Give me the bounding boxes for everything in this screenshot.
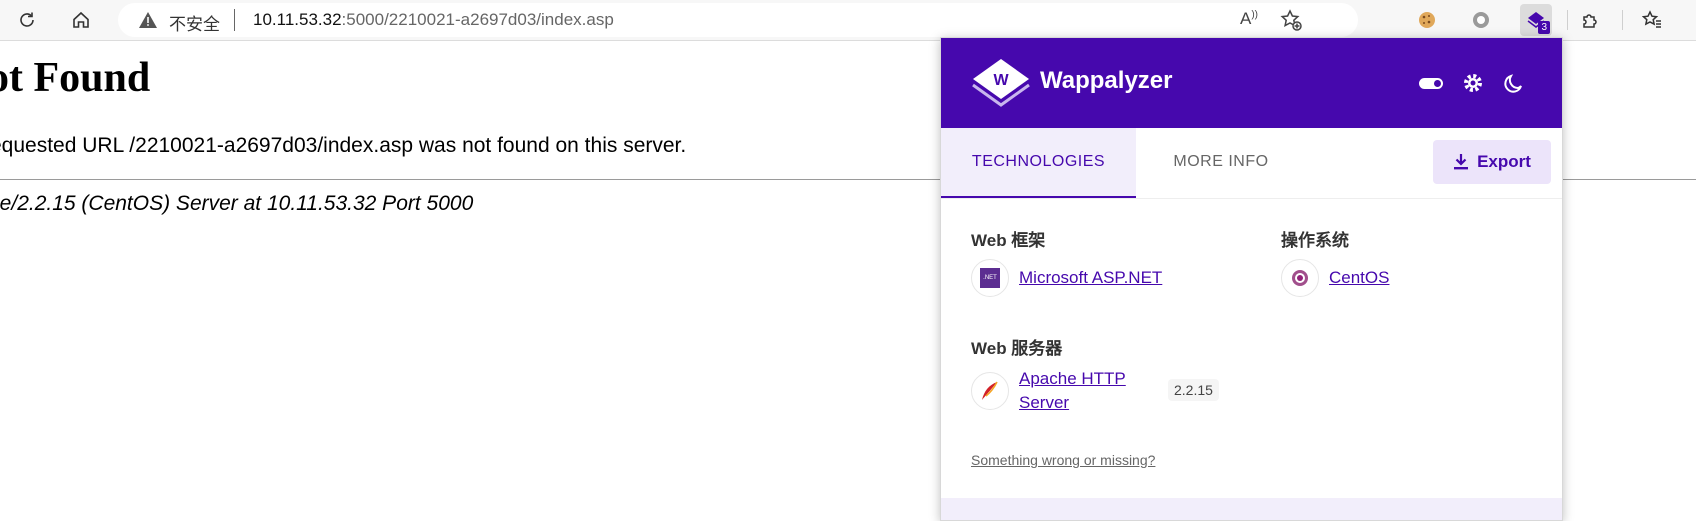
- tech-link-aspnet[interactable]: Microsoft ASP.NET: [1019, 266, 1162, 290]
- wappalyzer-logo: W: [972, 59, 1030, 107]
- browser-toolbar: 不安全 10.11.53.32:5000/2210021-a2697d03/in…: [0, 0, 1696, 41]
- wappalyzer-popup: W Wappalyzer TECHNOLOGIES MORE INFO Expo…: [940, 37, 1563, 521]
- brand-name: Wappalyzer: [1040, 67, 1173, 94]
- tech-name-line2: Server: [1019, 393, 1070, 412]
- extension-count-badge: 3: [1538, 21, 1550, 34]
- popup-footer: [941, 498, 1562, 520]
- dark-mode-moon-icon[interactable]: [1501, 70, 1527, 96]
- security-label[interactable]: 不安全: [169, 10, 220, 35]
- add-favorite-icon[interactable]: [1280, 9, 1302, 31]
- tab-technologies[interactable]: TECHNOLOGIES: [941, 128, 1136, 198]
- cookie-extension-icon[interactable]: [1411, 4, 1443, 36]
- apache-feather-icon: [971, 372, 1009, 410]
- feedback-link[interactable]: Something wrong or missing?: [971, 452, 1155, 468]
- popup-header: W Wappalyzer: [941, 38, 1562, 128]
- tab-more-info[interactable]: MORE INFO: [1136, 128, 1306, 196]
- category-os: 操作系统: [1281, 231, 1349, 250]
- tech-item-apache[interactable]: Apache HTTP Server: [971, 367, 1126, 415]
- version-badge: 2.2.15: [1168, 379, 1219, 401]
- wappalyzer-extension-icon[interactable]: 3: [1520, 4, 1552, 36]
- warning-icon[interactable]: [138, 11, 158, 29]
- export-label: Export: [1477, 152, 1531, 171]
- category-web-server: Web 服务器: [971, 339, 1063, 358]
- toolbar-divider-2: [1622, 10, 1623, 30]
- url-path: :5000/2210021-a2697d03/index.asp: [341, 10, 614, 29]
- tech-item-aspnet[interactable]: .NET Microsoft ASP.NET: [971, 259, 1162, 297]
- centos-icon: [1281, 259, 1319, 297]
- popup-tabs: TECHNOLOGIES MORE INFO Export: [941, 128, 1562, 199]
- reload-icon[interactable]: [11, 4, 43, 36]
- category-web-framework: Web 框架: [971, 231, 1046, 250]
- read-aloud-icon[interactable]: A)): [1240, 9, 1258, 29]
- extensions-puzzle-icon[interactable]: [1574, 4, 1606, 36]
- svg-text:W: W: [993, 72, 1009, 89]
- server-signature: he/2.2.15 (CentOS) Server at 10.11.53.32…: [0, 192, 474, 215]
- tech-item-centos[interactable]: CentOS: [1281, 259, 1389, 297]
- toggle-icon[interactable]: [1418, 70, 1444, 96]
- record-extension-icon[interactable]: [1465, 4, 1497, 36]
- toolbar-divider: [1567, 10, 1568, 30]
- address-divider: [234, 9, 235, 31]
- export-button[interactable]: Export: [1433, 140, 1551, 184]
- settings-gear-icon[interactable]: [1460, 70, 1486, 96]
- error-message: equested URL /2210021-a2697d03/index.asp…: [0, 134, 687, 157]
- url-host: 10.11.53.32: [253, 10, 342, 29]
- url-text[interactable]: 10.11.53.32:5000/2210021-a2697d03/index.…: [253, 10, 614, 30]
- tech-link-apache[interactable]: Apache HTTP Server: [1019, 367, 1126, 415]
- home-icon[interactable]: [65, 4, 97, 36]
- page-title: ot Found: [0, 55, 151, 101]
- tech-link-centos[interactable]: CentOS: [1329, 266, 1389, 290]
- dotnet-icon: .NET: [971, 259, 1009, 297]
- download-icon: [1454, 154, 1469, 170]
- favorites-icon[interactable]: [1636, 4, 1668, 36]
- address-bar[interactable]: 不安全 10.11.53.32:5000/2210021-a2697d03/in…: [118, 3, 1358, 37]
- tech-name-line1: Apache HTTP: [1019, 369, 1126, 388]
